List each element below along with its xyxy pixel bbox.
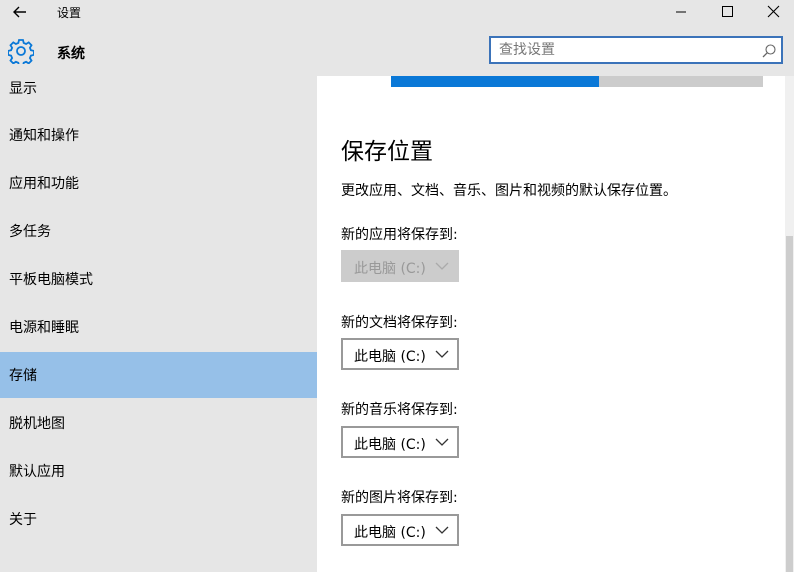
music-location-label: 新的音乐将保存到:	[341, 402, 458, 418]
chevron-down-icon	[435, 262, 449, 270]
sidebar-item-notifications[interactable]: 通知和操作	[0, 112, 317, 158]
arrow-left-icon	[13, 6, 26, 18]
back-button[interactable]	[8, 2, 32, 22]
maximize-button[interactable]	[704, 0, 750, 24]
search-input[interactable]	[499, 42, 749, 58]
pictures-location-dropdown[interactable]: 此电脑 (C:)	[341, 514, 459, 546]
dropdown-value: 此电脑 (C:)	[354, 525, 426, 541]
main-content: 保存位置 更改应用、文档、音乐、图片和视频的默认保存位置。 新的应用将保存到: …	[317, 76, 785, 572]
close-icon	[767, 5, 780, 18]
section-title: 保存位置	[341, 139, 433, 165]
dropdown-value: 此电脑 (C:)	[354, 261, 426, 277]
storage-usage-bar	[391, 76, 763, 87]
sidebar-item-label: 默认应用	[9, 464, 65, 480]
sidebar-item-label: 平板电脑模式	[9, 272, 93, 288]
maximize-icon	[722, 6, 733, 17]
sidebar-item-label: 存储	[9, 368, 37, 384]
dropdown-value: 此电脑 (C:)	[354, 437, 426, 453]
sidebar: 显示 通知和操作 应用和功能 多任务 平板电脑模式 电源和睡眠 存储 脱机地图 …	[0, 76, 317, 572]
chevron-down-icon	[435, 526, 449, 534]
sidebar-item-label: 多任务	[9, 224, 51, 240]
documents-location-dropdown[interactable]: 此电脑 (C:)	[341, 338, 459, 370]
title-bar: 设置	[0, 0, 794, 24]
sidebar-item-tablet-mode[interactable]: 平板电脑模式	[0, 256, 317, 302]
sidebar-item-label: 关于	[9, 512, 37, 528]
chevron-down-icon	[435, 438, 449, 446]
search-icon[interactable]	[761, 43, 777, 59]
page-title: 系统	[57, 46, 85, 62]
sidebar-item-display[interactable]: 显示	[0, 65, 317, 111]
apps-location-label: 新的应用将保存到:	[341, 227, 458, 243]
documents-location-label: 新的文档将保存到:	[341, 315, 458, 331]
storage-usage-fill	[391, 76, 600, 87]
pictures-location-label: 新的图片将保存到:	[341, 490, 458, 506]
sidebar-item-power-sleep[interactable]: 电源和睡眠	[0, 304, 317, 350]
scrollbar[interactable]	[785, 76, 794, 572]
window-title: 设置	[57, 6, 82, 20]
sidebar-item-label: 通知和操作	[9, 128, 79, 144]
sidebar-item-about[interactable]: 关于	[0, 496, 317, 542]
sidebar-item-offline-maps[interactable]: 脱机地图	[0, 400, 317, 446]
chevron-down-icon	[435, 350, 449, 358]
gear-icon	[7, 38, 35, 67]
minimize-icon	[676, 11, 686, 13]
dropdown-value: 此电脑 (C:)	[354, 349, 426, 365]
sidebar-item-label: 脱机地图	[9, 416, 65, 432]
sidebar-item-label: 显示	[9, 81, 37, 97]
music-location-dropdown[interactable]: 此电脑 (C:)	[341, 426, 459, 458]
sidebar-item-default-apps[interactable]: 默认应用	[0, 448, 317, 494]
sidebar-item-apps-features[interactable]: 应用和功能	[0, 160, 317, 206]
close-button[interactable]	[748, 0, 794, 24]
sidebar-item-multitasking[interactable]: 多任务	[0, 208, 317, 254]
sidebar-item-storage[interactable]: 存储	[0, 352, 317, 398]
sidebar-item-label: 电源和睡眠	[9, 320, 79, 336]
section-description: 更改应用、文档、音乐、图片和视频的默认保存位置。	[341, 183, 677, 199]
sidebar-item-label: 应用和功能	[9, 176, 79, 192]
minimize-button[interactable]	[658, 0, 704, 24]
search-box[interactable]	[489, 36, 783, 64]
apps-location-dropdown: 此电脑 (C:)	[341, 250, 459, 282]
scrollbar-thumb[interactable]	[786, 236, 793, 572]
